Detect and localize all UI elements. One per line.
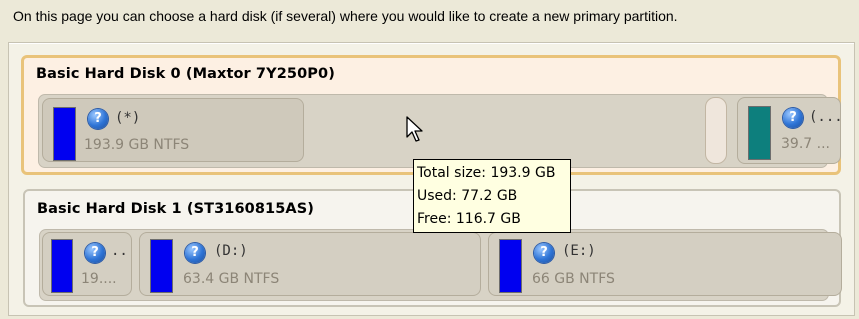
partition-color-bar [748,106,771,160]
page-instruction: On this page you can choose a hard disk … [13,8,678,24]
disk-1-partition-3[interactable]: ? (E:) 66 GB NTFS [488,232,842,296]
partition-label: (... [809,109,843,125]
help-icon: ? [88,109,108,129]
disk-1-title: Basic Hard Disk 1 (ST3160815AS) [37,201,315,217]
help-icon: ? [534,243,554,263]
partition-size: 19.... [81,271,117,287]
disk-1-partition-1[interactable]: ? .. 19.... [42,232,132,296]
partition-label: (E:) [562,243,596,259]
disk-1-partition-track: ? .. 19.... ? (D:) 63.4 GB NTFS ? (E:) 6… [39,229,842,301]
tooltip-used: Used: 77.2 GB [417,188,518,204]
tooltip-free: Free: 116.7 GB [417,211,521,227]
partition-size: 39.7 ... [781,136,830,152]
disk-0-partition-3[interactable]: ? (... 39.7 ... [737,97,843,164]
help-icon: ? [185,243,205,263]
disk-0-partition-track: ? (*) 193.9 GB NTFS ? (... 39.7 ... [38,94,843,168]
partition-size: 193.9 GB NTFS [84,137,190,153]
disk-0-partition-2[interactable] [705,97,727,164]
tooltip-total-size: Total size: 193.9 GB [417,165,556,181]
partition-tooltip: Total size: 193.9 GB Used: 77.2 GB Free:… [413,159,571,233]
arrow-cursor-icon [406,116,423,142]
disk-0-title: Basic Hard Disk 0 (Maxtor 7Y250P0) [36,66,335,82]
disk-0-partition-1[interactable]: ? (*) 193.9 GB NTFS [42,98,304,162]
partition-color-bar [51,239,73,293]
help-icon: ? [783,108,803,128]
partition-size: 63.4 GB NTFS [183,271,280,287]
partition-color-bar [499,239,522,293]
partition-size: 66 GB NTFS [532,271,615,287]
disk-1-partition-2[interactable]: ? (D:) 63.4 GB NTFS [139,232,481,296]
disk-0-panel[interactable]: Basic Hard Disk 0 (Maxtor 7Y250P0) ? (*)… [21,55,843,175]
partition-color-bar [53,107,76,161]
help-icon: ? [85,243,105,263]
partition-label: (*) [115,110,141,126]
partition-color-bar [150,239,173,293]
partition-label: (D:) [214,243,248,259]
partition-label: .. [111,243,128,259]
